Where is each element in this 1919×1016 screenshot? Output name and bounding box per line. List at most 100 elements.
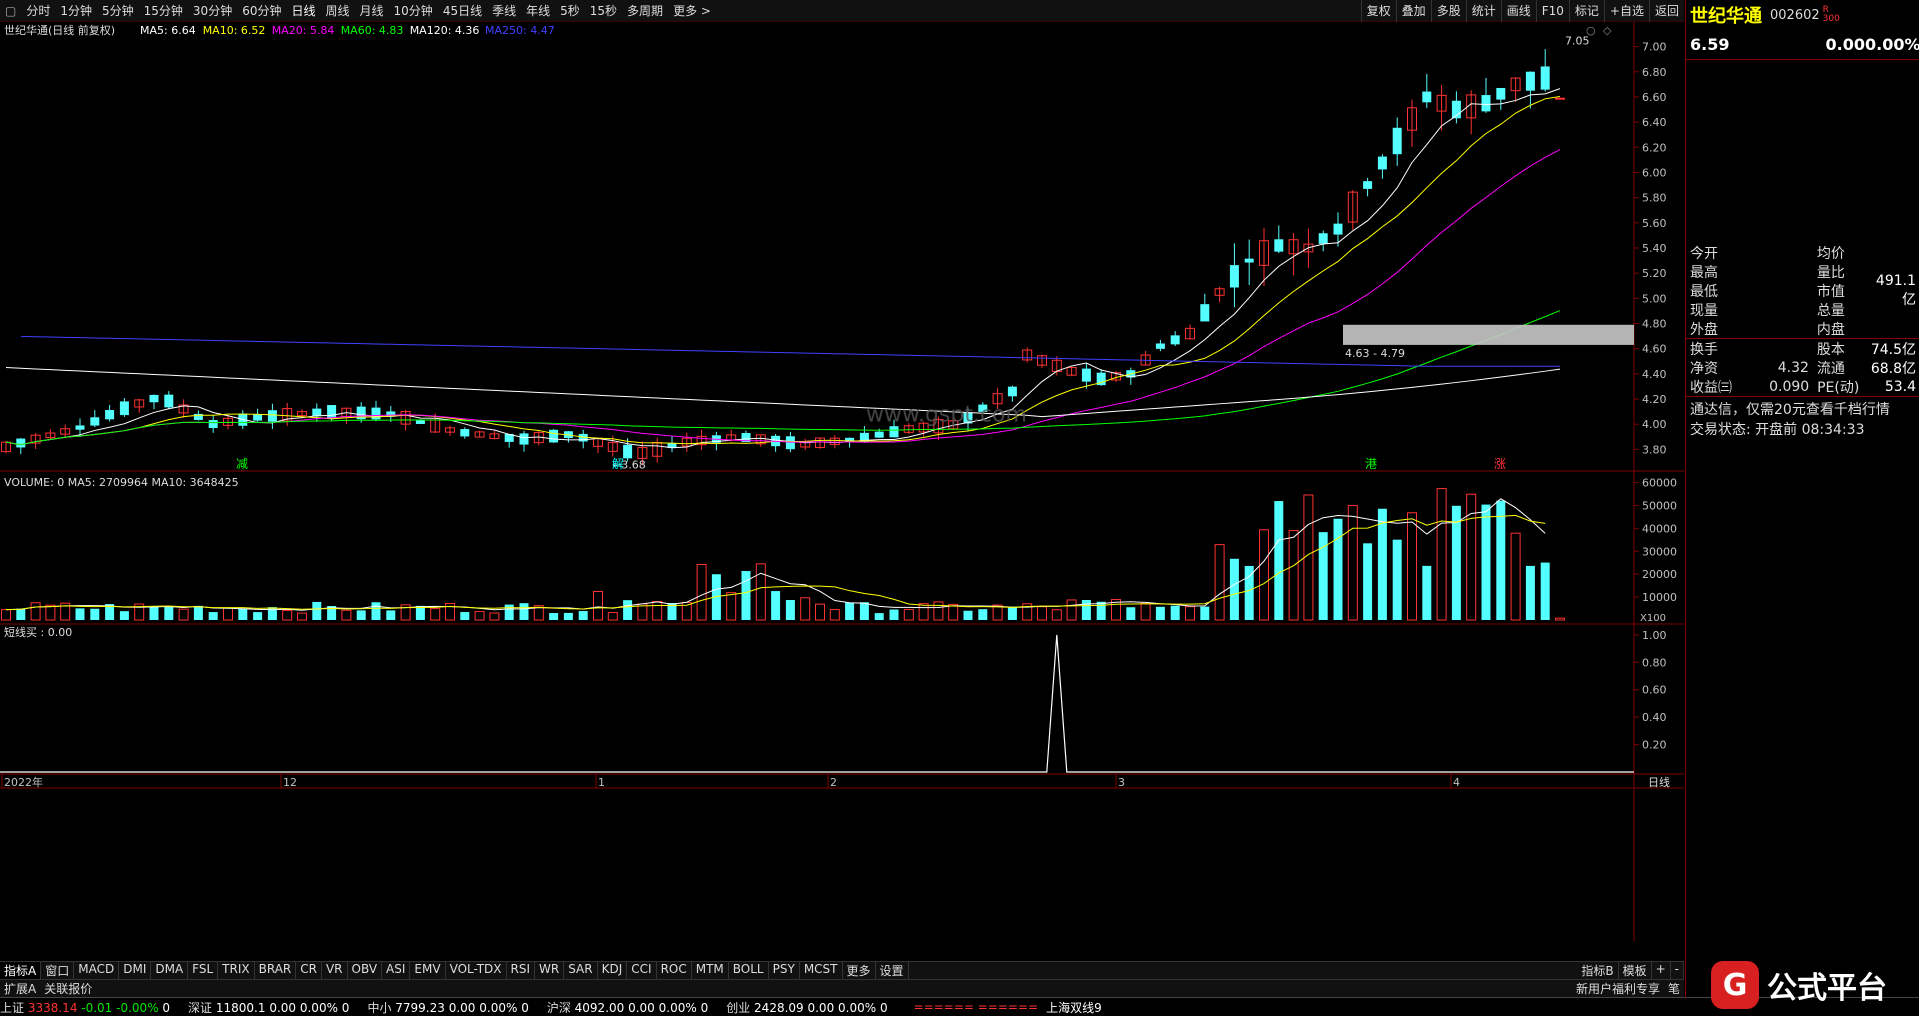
ma-legend: MA120: 4.36 [410,24,480,37]
y-tick-label: 1.00 [1642,629,1667,642]
extension-tab[interactable]: 关联报价 [40,980,96,997]
indicator-tab[interactable]: MCST [800,962,843,979]
toolbar-button[interactable]: 标记 [1568,0,1604,22]
extension-tab-right[interactable]: 新用户福利专享 [1572,980,1664,997]
indicator-tab[interactable]: CCI [627,962,657,979]
volume-bar-down [563,612,573,620]
indicator-tab[interactable]: VOL-TDX [446,962,507,979]
promo-info[interactable]: 通达信，仅需20元查看千档行情 [1686,397,1919,418]
period-tab[interactable]: 多周期 [622,2,668,19]
indicator-tab[interactable]: VR [322,962,348,979]
indicator-tab[interactable]: RSI [507,962,536,979]
index-pct: -0.00% [116,1000,163,1015]
candle-body-down [90,417,100,426]
indicator-tab[interactable]: ROC [657,962,692,979]
volume-bar-down [149,606,159,620]
period-tab[interactable]: 1分钟 [55,2,97,19]
index-item[interactable]: 深证 11800.1 0.00 0.00% 0 [188,999,349,1016]
indicator-tab[interactable]: FSL [188,962,219,979]
extension-tab[interactable]: 扩展A [0,980,40,997]
volume-bar-up [1,609,11,621]
indicator-tab[interactable]: 指标A [0,962,42,979]
period-tab[interactable]: 更多 > [668,2,716,19]
indicator-tab[interactable]: 窗口 [41,962,75,979]
period-tab[interactable]: 10分钟 [389,2,438,19]
stat-label: 换手 [1690,341,1718,358]
period-tab[interactable]: 分时 [21,2,55,19]
period-tab[interactable]: 15分钟 [139,2,188,19]
indicator-tab[interactable]: 设置 [876,962,909,979]
period-tab[interactable]: 年线 [521,2,555,19]
volume-bar-down [386,610,396,620]
candle-body-down [1229,265,1239,288]
indicator-tab[interactable]: CR [296,962,322,979]
period-tab[interactable]: 5分钟 [97,2,139,19]
stock-name: 世纪华通 [1690,6,1762,27]
x-tick-label: 2022年 [4,775,43,789]
indicator-tab-right[interactable]: 指标B [1577,962,1619,979]
period-tab[interactable]: 月线 [355,2,389,19]
period-tab[interactable]: 日线 [286,2,320,19]
y-tick-label: 7.00 [1642,41,1667,54]
indicator-tab[interactable]: TRIX [218,962,255,979]
index-item[interactable]: 创业 2428.09 0.00 0.00% 0 [726,999,887,1016]
indicator-tab[interactable]: 更多 [843,962,876,979]
candle-body-down [1318,233,1328,244]
toolbar-button[interactable]: 返回 [1648,0,1684,22]
indicator-tab[interactable]: BRAR [255,962,297,979]
toolbar-button[interactable]: 多股 [1430,0,1466,22]
indicator-tab[interactable]: ASI [382,962,411,979]
kline-chart[interactable]: 世纪华通(日线 前复权) MA5: 6.64 MA10: 6.52 MA20: 5.8… [0,22,1684,941]
period-tab[interactable]: 周线 [321,2,355,19]
period-tab[interactable]: 60分钟 [237,2,286,19]
index-item[interactable]: 上证 3338.14 -0.01 -0.00% 0 [0,999,170,1016]
candle-body-down [1481,95,1491,112]
candle-body-down [1007,386,1017,397]
period-tab[interactable]: 5秒 [555,2,585,19]
index-item[interactable]: 沪深 4092.00 0.00 0.00% 0 [547,999,708,1016]
indicator-tab[interactable]: MTM [692,962,729,979]
period-tab[interactable]: 30分钟 [188,2,237,19]
toolbar-button[interactable]: +自选 [1603,0,1649,22]
period-tab[interactable]: 季线 [487,2,521,19]
extension-tab-right[interactable]: 笔 [1664,980,1684,997]
indicator-tab[interactable]: OBV [348,962,383,979]
indicator-tab[interactable]: SAR [564,962,598,979]
indicator-tab-right[interactable]: 模板 [1619,962,1652,979]
y-tick-label: 6.80 [1642,66,1667,79]
indicator-tab[interactable]: PSY [769,962,800,979]
toolbar-button[interactable]: 复权 [1360,0,1396,22]
toolbar-button[interactable]: F10 [1535,0,1569,22]
indicator-tab[interactable]: EMV [410,962,446,979]
price-change: 0.00 [1825,35,1865,54]
period-toolbar: ▢ 分时 1分钟 5分钟 15分钟 30分钟 60分钟 日线 周线 月线 10分钟 45日线 季线 年线… [0,0,1684,22]
indicator-tab[interactable]: WR [535,962,565,979]
candle-body-down [1377,156,1387,170]
volume-bar-up [607,612,618,621]
menu-toggle-icon[interactable]: ▢ [0,4,21,18]
volume-bar-up [45,604,56,621]
event-marker: 港 [1365,457,1377,471]
logo-g-icon: G [1711,961,1759,1009]
volume-bar-down [1422,565,1432,620]
indicator-tab[interactable]: KDJ [598,962,628,979]
indicator-tab-right[interactable]: + [1652,962,1671,979]
period-tab[interactable]: 15秒 [585,2,622,19]
ma-legend: MA10: 6.52 [203,24,266,37]
index-item[interactable]: 中小 7799.23 0.00 0.00% 0 [367,999,528,1016]
indicator-tab-right[interactable]: - [1671,962,1684,979]
indicator-tab[interactable]: DMI [119,962,152,979]
candle-body-down [208,420,218,428]
indicator-tab[interactable]: BOLL [729,962,769,979]
ma20-line [5,149,1561,446]
toolbar-button[interactable]: 统计 [1465,0,1501,22]
expand-icon: ◇ [1603,24,1612,37]
toolbar-button[interactable]: 叠加 [1395,0,1431,22]
indicator-tab[interactable]: DMA [151,962,189,979]
index-volume: 0 [162,1000,171,1015]
period-tab[interactable]: 45日线 [438,2,487,19]
indicator-tab[interactable]: MACD [74,962,120,979]
toolbar-button[interactable]: 画线 [1500,0,1536,22]
volume-bar-down [889,609,899,620]
period-tabs: 分时 1分钟 5分钟 15分钟 30分钟 60分钟 日线 周线 月线 10分钟 45日线 季线 年线 5秒… [21,2,716,19]
